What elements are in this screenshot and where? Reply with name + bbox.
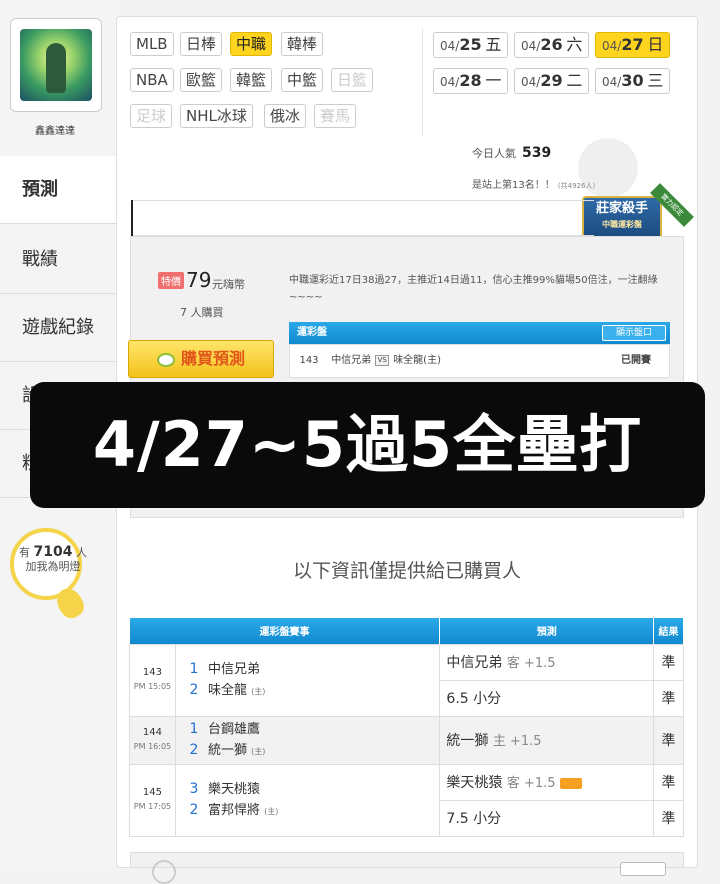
buy-prediction-button[interactable]: 購買預測 [128,340,274,378]
league-tab-kbl[interactable]: 韓籃 [230,68,273,92]
result-cell: 準 [653,679,684,717]
result-cell: 準 [653,763,684,801]
table-row: 144 PM 16:05 1 台鋼雄鷹 2 統一獅 (主) 統一獅 主 +1.5 準 [129,715,684,765]
buyer-count: 7 人購買 [180,306,224,319]
home-team: 味全龍(主) [393,355,441,366]
prediction-cell: 統一獅 主 +1.5 [439,715,654,765]
nav-item-record[interactable]: 戰績 [0,226,118,294]
date-tab-0425[interactable]: 04/25 五 [433,32,509,58]
league-tab-npb[interactable]: 日棒 [180,32,223,56]
nav-item-game-log[interactable]: 遊戲紀錄 [0,294,118,362]
rank-stat: 是站上第13名！！ (共4926人) [472,176,595,191]
result-cell: 準 [653,715,684,765]
date-tab-0428[interactable]: 04/28 一 [433,68,509,94]
date-tab-0427[interactable]: 04/27 日 [595,32,671,58]
lottery-game-row: 143 中信兄弟 VS 味全龍(主) 已開賽 [289,344,670,378]
headline-banner: 4/27~5過5全壘打 [30,382,705,508]
league-tab-kbo[interactable]: 韓棒 [281,32,324,56]
table-row: 143 PM 15:05 1 中信兄弟 2 味全龍 (主) 中信兄弟 客 +1.5 準 [129,643,684,717]
prediction-cell: 中信兄弟 客 +1.5 [439,643,654,681]
prediction-cell: 7.5 小分 [439,799,654,837]
league-tab-cpbl[interactable]: 中職 [230,32,273,56]
banker-killer-badge: 莊家殺手 中職運彩盤 [582,196,662,240]
avatar-frame[interactable] [10,18,102,112]
league-tab-cba[interactable]: 中籃 [281,68,324,92]
price-value: 79 [186,268,212,292]
header-result: 結果 [653,618,684,644]
result-cell: 準 [653,643,684,681]
game-id-cell: 144 PM 16:05 [129,715,176,765]
game-id-cell: 143 PM 15:05 [129,643,176,717]
fans-count: 7104 [33,544,73,560]
footer-circle-icon[interactable] [152,860,176,884]
results-table: 運彩盤賽事 預測 結果 143 PM 15:05 1 中信兄弟 2 味全龍 (主) 中… [129,618,684,837]
price-unit: 元嗨幣 [212,278,245,291]
main-pick-icon [560,777,583,789]
game-status: 已開賽 [621,355,651,366]
table-header-row: 運彩盤賽事 預測 結果 [129,618,684,644]
rank-text: 是站上第13名！！ [472,180,555,191]
league-tab-khl[interactable]: 俄冰 [264,104,307,128]
prediction-cell: 樂天桃猿 客 +1.5 [439,763,654,801]
prediction-description: 中職運彩近17日38過27，主推近14日過11，信心主推99%貓場50倍注，一注… [289,275,658,303]
league-tab-jp-basketball: 日籃 [331,68,374,92]
header-event: 運彩盤賽事 [129,618,441,644]
badge-title: 莊家殺手 [595,201,648,216]
away-team: 中信兄弟 [331,355,372,366]
popularity-stat: 今日人氣 539 [472,145,551,161]
date-tab-0430[interactable]: 04/30 三 [595,68,671,94]
teams-cell: 1 中信兄弟 2 味全龍 (主) [174,643,441,717]
footer-panel [130,852,684,868]
league-tab-euro-basketball[interactable]: 歐籃 [180,68,223,92]
game-id-cell: 145 PM 17:05 [129,763,176,837]
sale-tag: 特價 [158,272,184,289]
nav-item-predict[interactable]: 預測 [0,156,118,224]
table-row: 145 PM 17:05 3 樂天桃猿 2 富邦悍將 (主) 樂天桃猿 客 +1.5 … [129,763,684,837]
league-tab-nhl[interactable]: NHL冰球 [180,104,253,128]
coin-icon [156,352,175,367]
popularity-label: 今日人氣 [472,147,516,160]
follow-cta[interactable]: 加我為明燈 [26,560,81,573]
fans-suffix: 人 [75,546,87,559]
username[interactable]: 鑫鑫達達 [0,122,110,137]
header-prediction: 預測 [439,618,654,644]
text-cursor [131,200,133,236]
date-tab-0426[interactable]: 04/26 六 [514,32,590,58]
teams-cell: 3 樂天桃猿 2 富邦悍將 (主) [174,763,441,837]
divider [422,28,423,136]
date-tab-0429[interactable]: 04/29 二 [514,68,590,94]
rank-total: (共4926人) [557,182,596,190]
popularity-value: 539 [522,145,552,161]
fans-prefix: 有 [19,546,31,559]
teams-cell: 1 台鋼雄鷹 2 統一獅 (主) [174,715,441,765]
badge-subtitle: 中職運彩盤 [602,220,642,229]
show-odds-button[interactable]: 顯示盤口 [602,325,666,341]
game-number: 143 [299,355,319,366]
fans-widget[interactable]: 有 7104 人 加我為明燈 [8,545,98,574]
avatar[interactable] [20,29,92,101]
vs-icon: VS [375,354,390,366]
league-tab-horse-racing: 賽馬 [314,104,357,128]
footer-button[interactable] [620,862,666,876]
buy-button-label: 購買預測 [180,349,245,368]
prediction-cell: 6.5 小分 [439,679,654,717]
result-cell: 準 [653,799,684,837]
league-tab-mlb[interactable]: MLB [130,32,174,56]
buyers-only-notice: 以下資訊僅提供給已購買人 [292,560,521,582]
league-tab-nba[interactable]: NBA [130,68,174,92]
text-cursor-area[interactable] [132,200,594,236]
league-tab-soccer: 足球 [130,104,173,128]
